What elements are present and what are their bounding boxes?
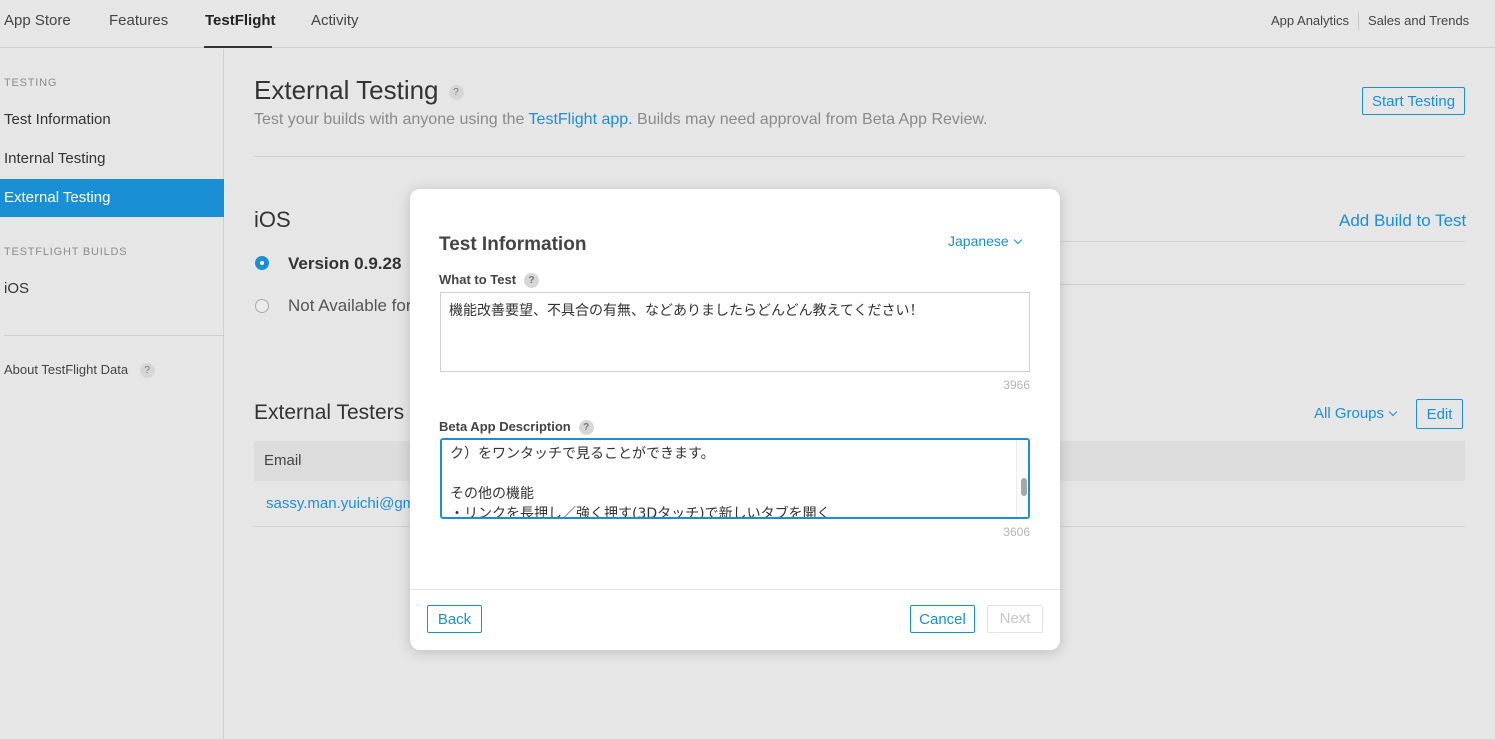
help-icon[interactable]: ? — [524, 273, 540, 289]
all-groups-dropdown[interactable]: All Groups — [1314, 405, 1398, 422]
tester-email[interactable]: sassy.man.yuichi@gma — [266, 495, 424, 512]
active-tab-indicator — [204, 46, 272, 48]
sidebar-item-test-information[interactable]: Test Information — [0, 101, 224, 139]
sidebar-item-internal-testing[interactable]: Internal Testing — [0, 140, 224, 178]
external-testers-heading: External Testers ( — [254, 401, 418, 424]
email-column-header[interactable]: Email — [264, 452, 302, 469]
about-testflight-data[interactable]: About TestFlight Data ? — [4, 362, 155, 379]
sales-and-trends-link[interactable]: Sales and Trends — [1368, 13, 1469, 28]
beta-desc-counter: 3606 — [1003, 525, 1030, 539]
what-to-test-label-text: What to Test — [439, 272, 517, 287]
test-information-modal: Test Information Japanese What to Test? … — [410, 189, 1060, 650]
what-to-test-textarea[interactable]: 機能改善要望、不具合の有無、などありましたらどんどん教えてください！ — [440, 292, 1030, 372]
beta-desc-blank-line — [450, 464, 1020, 484]
sidebar-header-testing: TESTING — [4, 77, 58, 89]
top-navigation: App Store Features TestFlight Activity A… — [0, 0, 1495, 48]
chevron-down-icon — [1388, 407, 1398, 417]
cancel-button[interactable]: Cancel — [910, 605, 975, 633]
beta-app-description-textarea[interactable]: ク）をワンタッチで見ることができます。 その他の機能 ・リンクを長押し／強く押す… — [440, 438, 1030, 519]
help-icon[interactable]: ? — [448, 85, 464, 100]
version-radio-selected[interactable] — [255, 256, 269, 270]
tab-app-store[interactable]: App Store — [4, 12, 71, 29]
all-groups-label: All Groups — [1314, 405, 1385, 422]
help-icon[interactable]: ? — [578, 420, 594, 436]
platform-label: iOS — [254, 207, 291, 232]
language-dropdown[interactable]: Japanese — [948, 233, 1022, 249]
version-divider — [1054, 284, 1465, 285]
page-title: External Testing? — [254, 75, 464, 106]
sidebar: TESTING Test Information Internal Testin… — [0, 49, 224, 739]
beta-app-description-label: Beta App Description? — [439, 419, 594, 436]
beta-desc-line: ・リンクを長押し／強く押す(3Dタッチ)で新しいタブを開く — [450, 506, 831, 519]
language-label: Japanese — [948, 233, 1009, 249]
back-button[interactable]: Back — [427, 605, 482, 633]
sidebar-divider — [4, 335, 223, 336]
not-available-radio[interactable] — [255, 299, 269, 313]
chevron-down-icon — [1013, 235, 1022, 245]
add-build-to-test-link[interactable]: Add Build to Test — [1339, 211, 1466, 231]
nav-separator — [1358, 12, 1359, 30]
what-to-test-counter: 3966 — [1003, 378, 1030, 392]
sidebar-item-external-testing[interactable]: External Testing — [0, 179, 224, 217]
help-icon[interactable]: ? — [139, 363, 155, 379]
what-to-test-label: What to Test? — [439, 272, 540, 289]
beta-desc-line: ク）をワンタッチで見ることができます。 — [450, 446, 715, 462]
page-title-text: External Testing — [254, 75, 439, 105]
header-divider — [254, 156, 1465, 157]
about-label: About TestFlight Data — [4, 362, 129, 377]
scrollbar-thumb[interactable] — [1021, 478, 1027, 496]
start-testing-button[interactable]: Start Testing — [1362, 87, 1465, 115]
tab-testflight[interactable]: TestFlight — [205, 12, 276, 29]
modal-title: Test Information — [439, 234, 587, 255]
sidebar-header-builds: TESTFLIGHT BUILDS — [4, 246, 128, 258]
textarea-scrollbar[interactable] — [1016, 440, 1028, 517]
page-subtitle: Test your builds with anyone using the T… — [254, 111, 987, 129]
beta-desc-label-text: Beta App Description — [439, 419, 571, 434]
sidebar-item-ios[interactable]: iOS — [0, 270, 224, 308]
subtitle-text-end: Builds may need approval from Beta App R… — [632, 111, 988, 128]
builds-divider — [1054, 241, 1465, 242]
beta-desc-line: その他の機能 — [450, 486, 534, 502]
testflight-app-link[interactable]: TestFlight app. — [529, 111, 633, 128]
app-analytics-link[interactable]: App Analytics — [1271, 13, 1349, 28]
tab-features[interactable]: Features — [109, 12, 168, 29]
subtitle-text: Test your builds with anyone using the — [254, 111, 529, 128]
next-button[interactable]: Next — [987, 605, 1043, 633]
version-label: Version 0.9.28 — [288, 254, 402, 273]
modal-footer-divider — [410, 589, 1060, 590]
edit-button[interactable]: Edit — [1416, 399, 1463, 429]
not-available-label: Not Available for — [288, 296, 412, 315]
tab-activity[interactable]: Activity — [311, 12, 359, 29]
